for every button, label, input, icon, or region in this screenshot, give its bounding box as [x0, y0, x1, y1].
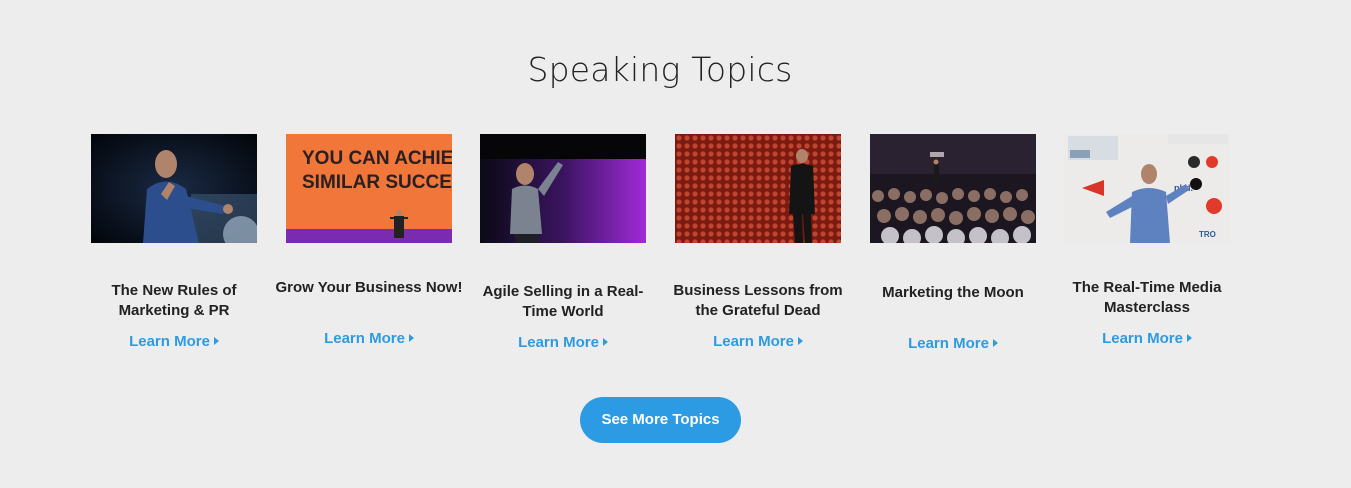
svg-text:YOU CAN ACHIEVE: YOU CAN ACHIEVE — [302, 148, 452, 169]
learn-more-link[interactable]: Learn More — [480, 334, 646, 351]
caret-right-icon — [602, 338, 608, 346]
svg-text:TRO: TRO — [1199, 230, 1216, 239]
topic-title: Agile Selling in a Real-Time World — [482, 283, 644, 320]
topic-title: Business Lessons from the Grateful Dead — [673, 282, 843, 319]
learn-more-link[interactable]: Learn More — [1064, 330, 1230, 347]
learn-more-label: Learn More — [518, 334, 599, 351]
caret-right-icon — [408, 334, 414, 342]
learn-more-label: Learn More — [129, 333, 210, 350]
caret-right-icon — [992, 339, 998, 347]
caret-right-icon — [1186, 334, 1192, 342]
topic-card: The New Rules of Marketing & PR Learn Mo… — [91, 134, 257, 350]
topic-image-red-backdrop[interactable] — [675, 134, 841, 243]
caret-right-icon — [213, 337, 219, 345]
topic-card: Agile Selling in a Real-Time World Learn… — [480, 134, 646, 351]
caret-right-icon — [797, 337, 803, 345]
topic-title: Grow Your Business Now! — [275, 279, 463, 296]
topic-card: Business Lessons from the Grateful Dead … — [673, 134, 843, 350]
learn-more-link[interactable]: Learn More — [286, 330, 452, 347]
topic-image-speaker-with-logos[interactable]: phd. TRO — [1064, 134, 1230, 243]
topic-image-purple-stage[interactable] — [480, 134, 646, 243]
learn-more-link[interactable]: Learn More — [91, 333, 257, 350]
topic-title: The New Rules of Marketing & PR — [111, 282, 237, 319]
topic-image-slide[interactable]: YOU CAN ACHIEVE SIMILAR SUCCESS. — [286, 134, 452, 243]
topic-title: The Real-Time Media Masterclass — [1072, 279, 1222, 316]
section-title: Speaking Topics — [527, 50, 793, 89]
learn-more-label: Learn More — [908, 335, 989, 352]
topic-card: YOU CAN ACHIEVE SIMILAR SUCCESS. Grow Yo… — [276, 134, 462, 347]
learn-more-label: Learn More — [324, 330, 405, 347]
topic-card: Marketing the Moon Learn More — [870, 134, 1036, 352]
topic-image-audience[interactable] — [870, 134, 1036, 243]
learn-more-link[interactable]: Learn More — [675, 333, 841, 350]
learn-more-label: Learn More — [713, 333, 794, 350]
svg-text:SIMILAR SUCCESS.: SIMILAR SUCCESS. — [302, 172, 452, 193]
speaking-topics-section: Speaking Topics The New Rules of Marketi… — [0, 0, 1351, 488]
topic-card: phd. TRO The Real-Time Media Masterclass… — [1064, 134, 1230, 347]
learn-more-label: Learn More — [1102, 330, 1183, 347]
topic-title: Marketing the Moon — [882, 284, 1024, 301]
see-more-topics-button[interactable]: See More Topics — [580, 397, 741, 443]
topic-image-speaker-on-stage[interactable] — [91, 134, 257, 243]
learn-more-link[interactable]: Learn More — [870, 335, 1036, 352]
